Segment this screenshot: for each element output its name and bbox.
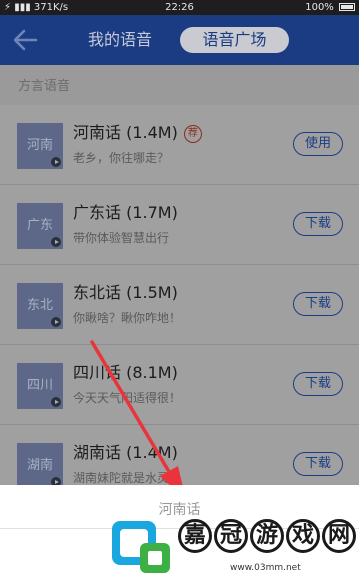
voice-thumbnail[interactable]: 河南 bbox=[17, 123, 63, 169]
download-button[interactable]: 下载 bbox=[293, 212, 343, 236]
tab-voice-plaza[interactable]: 语音广场 bbox=[180, 27, 289, 53]
voice-thumbnail[interactable]: 广东 bbox=[17, 203, 63, 249]
watermark-char: 游 bbox=[250, 519, 284, 553]
list-item[interactable]: 河南 河南话 (1.4M) 荐 老乡，你往哪走？ 使用 bbox=[0, 105, 359, 185]
voice-name: 湖南话 (1.4M) bbox=[73, 442, 178, 464]
watermark-text: 嘉 冠 游 戏 网 bbox=[178, 519, 356, 559]
nav-bar: 我的语音 语音广场 bbox=[0, 15, 359, 65]
download-button[interactable]: 下载 bbox=[293, 452, 343, 476]
watermark-url: www.03mm.net bbox=[230, 563, 301, 573]
thumbnail-label: 河南 bbox=[26, 138, 53, 153]
list-item[interactable]: 东北 东北话 (1.5M) 你瞅啥？瞅你咋地！ 下载 bbox=[0, 265, 359, 345]
list-item[interactable]: 广东 广东话 (1.7M) 带你体验智慧出行 下载 bbox=[0, 185, 359, 265]
voice-name: 广东话 (1.7M) bbox=[73, 202, 178, 224]
voice-description: 你瞅啥？瞅你咋地！ bbox=[73, 311, 182, 325]
voice-name-text: 四川话 (8.1M) bbox=[73, 363, 178, 382]
thumbnail-label: 四川 bbox=[26, 378, 53, 393]
voice-name-text: 河南话 (1.4M) bbox=[73, 123, 178, 142]
download-button[interactable]: 下载 bbox=[293, 292, 343, 316]
tab-my-voices[interactable]: 我的语音 bbox=[88, 29, 152, 51]
voice-thumbnail[interactable]: 四川 bbox=[17, 363, 63, 409]
play-icon[interactable] bbox=[51, 157, 61, 167]
voice-name-text: 湖南话 (1.4M) bbox=[73, 443, 178, 462]
voice-list: 河南 河南话 (1.4M) 荐 老乡，你往哪走？ 使用 广东 广东话 (1.7M)… bbox=[0, 105, 359, 489]
watermark-char: 嘉 bbox=[178, 519, 212, 553]
watermark-char: 戏 bbox=[286, 519, 320, 553]
battery-icon bbox=[339, 3, 355, 11]
voice-name-text: 广东话 (1.7M) bbox=[73, 203, 178, 222]
status-bar: ⚡ ▮▮▮ 371K/s 22:26 100% bbox=[0, 0, 359, 15]
voice-name: 东北话 (1.5M) bbox=[73, 282, 178, 304]
battery-percent: 100% bbox=[305, 2, 334, 13]
thumbnail-label: 东北 bbox=[26, 298, 53, 313]
section-header: 方言语音 bbox=[0, 65, 359, 105]
voice-name-text: 东北话 (1.5M) bbox=[73, 283, 178, 302]
status-right: 100% bbox=[305, 0, 355, 15]
download-button[interactable]: 下载 bbox=[293, 372, 343, 396]
thumbnail-label: 广东 bbox=[26, 218, 53, 233]
voice-thumbnail[interactable]: 湖南 bbox=[17, 443, 63, 489]
voice-thumbnail[interactable]: 东北 bbox=[17, 283, 63, 329]
use-button[interactable]: 使用 bbox=[293, 132, 343, 156]
recommend-badge: 荐 bbox=[183, 125, 202, 143]
voice-description: 老乡，你往哪走？ bbox=[73, 151, 170, 165]
watermark-char: 网 bbox=[322, 519, 356, 553]
section-title: 方言语音 bbox=[18, 79, 71, 94]
voice-description: 湖南妹陀就是水灵 bbox=[73, 471, 170, 485]
voice-name: 河南话 (1.4M) 荐 bbox=[73, 122, 202, 144]
voice-description: 带你体验智慧出行 bbox=[73, 231, 170, 245]
sheet-title: 河南话 bbox=[158, 502, 201, 518]
thumbnail-label: 湖南 bbox=[26, 458, 53, 473]
watermark-logo bbox=[112, 521, 170, 573]
list-item[interactable]: 四川 四川话 (8.1M) 今天天气阳适得很！ 下载 bbox=[0, 345, 359, 425]
back-arrow-icon bbox=[13, 29, 38, 51]
play-icon[interactable] bbox=[51, 317, 61, 327]
voice-description: 今天天气阳适得很！ bbox=[73, 391, 182, 405]
play-icon[interactable] bbox=[51, 397, 61, 407]
play-icon[interactable] bbox=[51, 237, 61, 247]
watermark-char: 冠 bbox=[214, 519, 248, 553]
back-button[interactable] bbox=[10, 26, 40, 54]
voice-name: 四川话 (8.1M) bbox=[73, 362, 178, 384]
